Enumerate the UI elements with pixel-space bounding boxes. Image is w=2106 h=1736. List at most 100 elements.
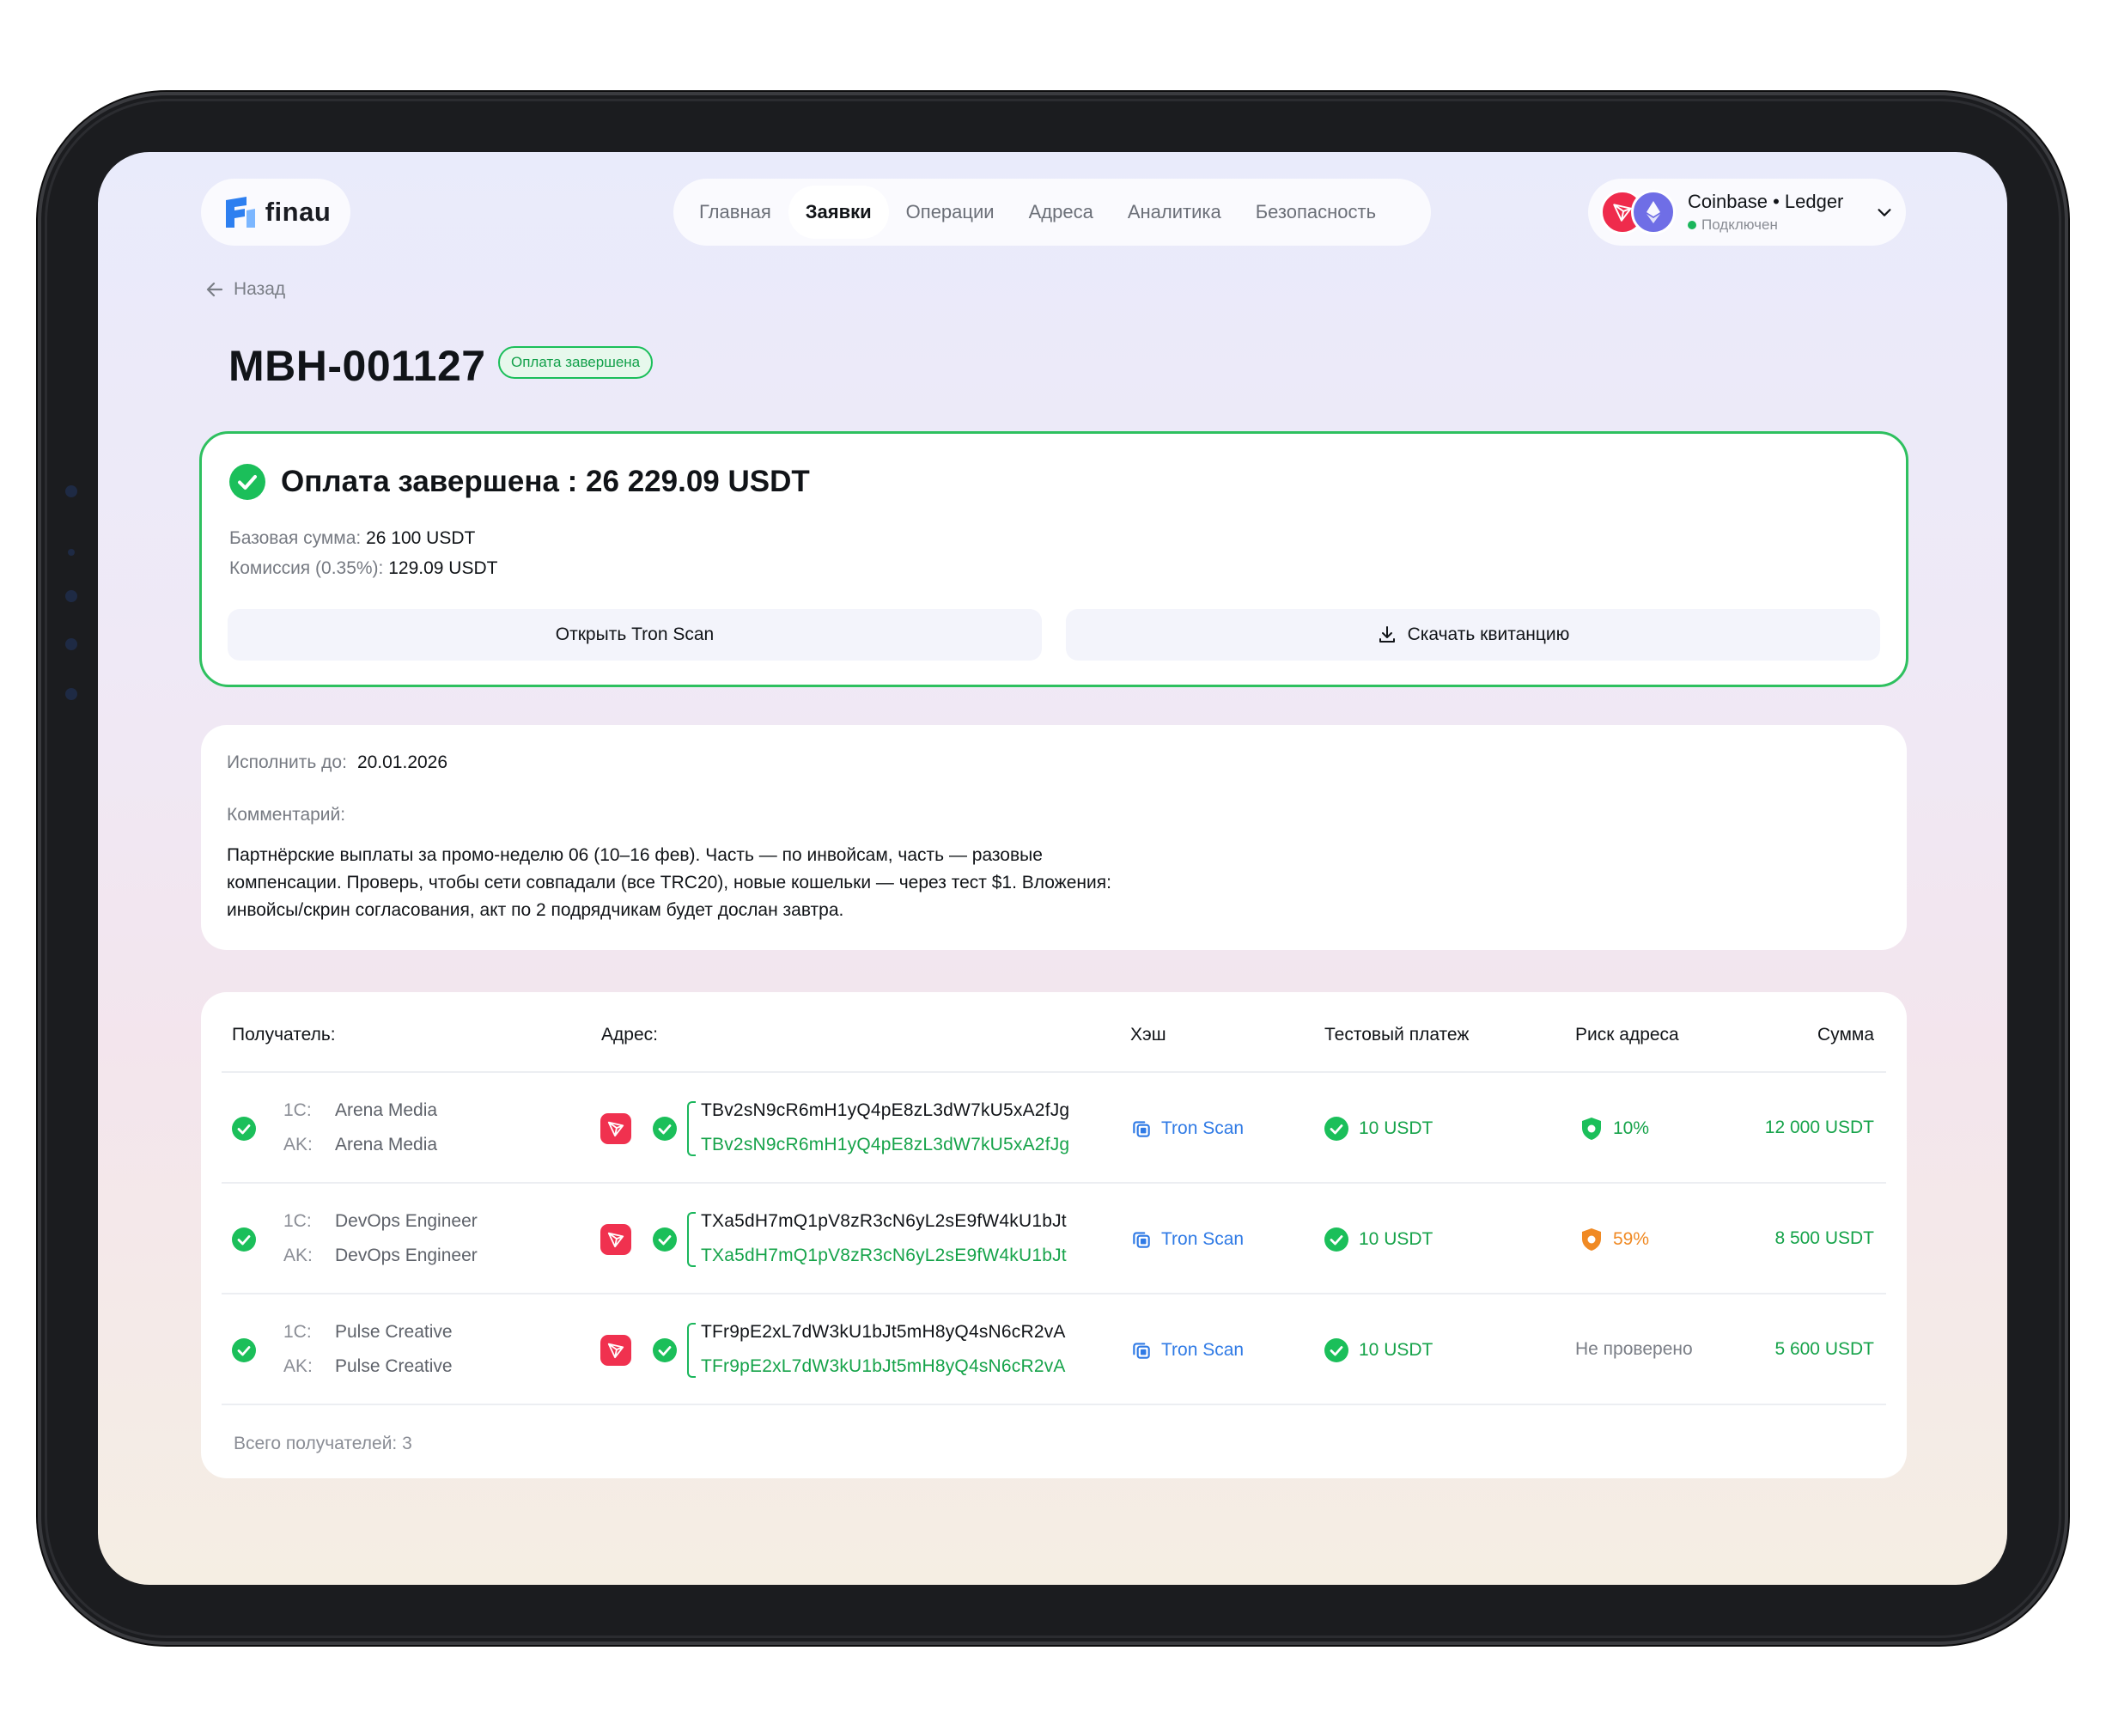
shield-icon (1582, 1118, 1601, 1140)
download-icon (1379, 626, 1395, 643)
side-sensor (65, 638, 77, 650)
test-payment: 10 USDT (1324, 1117, 1433, 1141)
address-ak[interactable]: TFr9pE2xL7dW3kU1bJt5mH8yQ4sN6cR2vA (701, 1356, 1066, 1377)
label-1c: 1C: (283, 1100, 312, 1120)
tron-network-icon (600, 1113, 631, 1144)
amount-value: 8 500 USDT (1774, 1228, 1874, 1248)
address-ak[interactable]: TBv2sN9cR6mH1yQ4pE8zL3dW7kU5xA2fJg (701, 1135, 1069, 1155)
column-header-hash: Хэш (1130, 1025, 1166, 1045)
comment-line: компенсации. Проверь, чтобы сети совпада… (227, 873, 1111, 892)
label-ak: AK: (283, 1246, 313, 1265)
label-ak: AK: (283, 1356, 313, 1376)
download-receipt-button[interactable]: Скачать квитанцию (1066, 609, 1880, 661)
test-payment-value: 10 USDT (1359, 1229, 1433, 1249)
address-match-bracket (687, 1101, 696, 1156)
address-match-bracket (687, 1212, 696, 1267)
copy-icon (1133, 1343, 1150, 1359)
hash-tronscan-link[interactable]: Tron Scan (1130, 1228, 1244, 1251)
page-title: MBH-001127 (228, 342, 486, 390)
check-circle-icon (653, 1117, 677, 1141)
check-circle-icon (1324, 1338, 1348, 1362)
copy-icon (1133, 1232, 1150, 1248)
nav-item-analytics[interactable]: Аналитика (1111, 186, 1239, 239)
check-circle-icon (1324, 1227, 1348, 1252)
wallet-name: Coinbase • Ledger (1688, 191, 1844, 212)
ethereum-icon (1631, 190, 1676, 235)
risk-value: 10% (1613, 1118, 1650, 1138)
fee-value: 129.09 USDT (388, 558, 498, 578)
hash-link-label: Tron Scan (1161, 1229, 1245, 1249)
address-risk: 10% (1580, 1117, 1649, 1141)
recipient-name-1c: DevOps Engineer (335, 1211, 478, 1231)
wallet-selector[interactable]: Coinbase • Ledger Подключен (1588, 179, 1906, 246)
nav-item-security[interactable]: Безопасность (1239, 186, 1393, 239)
download-receipt-label: Скачать квитанцию (1407, 624, 1570, 644)
column-header-address: Адрес: (601, 1025, 658, 1045)
main-nav: Главная Заявки Операции Адреса Аналитика… (673, 179, 1431, 246)
label-1c: 1C: (283, 1211, 312, 1231)
label-1c: 1C: (283, 1322, 312, 1342)
request-info-card: Исполнить до: 20.01.2026 Комментарий: Пар… (201, 725, 1907, 950)
address-1c[interactable]: TFr9pE2xL7dW3kU1bJt5mH8yQ4sN6cR2vA (701, 1322, 1066, 1343)
address-ak[interactable]: TXa5dH7mQ1pV8zR3cN6yL2sE9fW4kU1bJt (701, 1246, 1067, 1266)
comment-label: Комментарий: (227, 805, 346, 825)
fee-amount: Комиссия (0.35%): 129.09 USDT (229, 558, 497, 579)
check-circle-icon (232, 1227, 256, 1252)
base-amount-label: Базовая сумма: (229, 528, 362, 548)
table-row[interactable]: 1C: DevOps Engineer AK: DevOps Engineer … (201, 1184, 1907, 1294)
comment-line: Партнёрские выплаты за промо-неделю 06 (… (227, 845, 1043, 865)
table-row[interactable]: 1C: Arena Media AK: Arena Media TBv2sN9c… (201, 1073, 1907, 1184)
nav-item-home[interactable]: Главная (682, 186, 788, 239)
risk-value: Не проверено (1575, 1339, 1693, 1359)
due-date-value: 20.01.2026 (356, 752, 448, 772)
due-date: Исполнить до: 20.01.2026 (227, 752, 447, 773)
address-1c[interactable]: TBv2sN9cR6mH1yQ4pE8zL3dW7kU5xA2fJg (701, 1100, 1069, 1121)
side-sensor (65, 485, 77, 497)
logo[interactable]: finau (201, 179, 350, 246)
nav-item-requests[interactable]: Заявки (788, 186, 889, 239)
side-sensor (68, 549, 75, 556)
address-1c[interactable]: TXa5dH7mQ1pV8zR3cN6yL2sE9fW4kU1bJt (701, 1211, 1067, 1232)
test-payment-value: 10 USDT (1359, 1118, 1433, 1138)
payment-summary-card: Оплата завершена : 26 229.09 USDT Базова… (199, 431, 1908, 687)
status-badge: Оплата завершена (498, 346, 654, 379)
wallet-status: Подключен (1688, 216, 1875, 234)
status-dot-icon (1688, 221, 1696, 229)
chevron-down-icon[interactable] (1875, 203, 1894, 222)
back-label: Назад (234, 279, 286, 299)
check-circle-icon (232, 1338, 256, 1362)
open-tronscan-label: Открыть Tron Scan (555, 624, 715, 644)
label-ak: AK: (283, 1135, 313, 1154)
nav-item-addresses[interactable]: Адреса (1012, 186, 1111, 239)
row-divider (222, 1404, 1886, 1405)
comment-text: Партнёрские выплаты за промо-неделю 06 (… (227, 842, 1257, 924)
amount-value: 12 000 USDT (1764, 1118, 1874, 1137)
column-header-address-risk: Риск адреса (1575, 1025, 1679, 1045)
test-payment-value: 10 USDT (1359, 1340, 1433, 1360)
wallet-network-icons (1600, 190, 1676, 235)
base-amount-value: 26 100 USDT (366, 528, 476, 548)
nav-item-operations[interactable]: Операции (889, 186, 1012, 239)
tron-network-icon (600, 1224, 631, 1255)
address-match-bracket (687, 1323, 696, 1378)
copy-icon (1133, 1121, 1150, 1137)
camera-icon (65, 590, 77, 602)
column-header-recipient: Получатель: (232, 1025, 336, 1045)
check-circle-icon (1324, 1117, 1348, 1141)
due-date-label: Исполнить до: (227, 752, 347, 772)
check-circle-icon (653, 1227, 677, 1252)
shield-icon (1582, 1228, 1601, 1251)
back-link[interactable]: Назад (204, 279, 285, 300)
table-row[interactable]: 1C: Pulse Creative AK: Pulse Creative TF… (201, 1294, 1907, 1405)
hash-tronscan-link[interactable]: Tron Scan (1130, 1118, 1244, 1140)
base-amount: Базовая сумма: 26 100 USDT (229, 528, 475, 549)
summary-title: Оплата завершена : 26 229.09 USDT (281, 465, 810, 498)
comment-line: инвойсы/скрин согласования, акт по 2 под… (227, 900, 844, 920)
recipient-name-1c: Arena Media (335, 1100, 438, 1120)
recipient-name-ak: Pulse Creative (335, 1356, 453, 1376)
open-tronscan-button[interactable]: Открыть Tron Scan (228, 609, 1042, 661)
check-circle-icon (232, 1117, 256, 1141)
hash-tronscan-link[interactable]: Tron Scan (1130, 1339, 1244, 1361)
side-sensor (65, 688, 77, 700)
hash-link-label: Tron Scan (1161, 1340, 1245, 1360)
